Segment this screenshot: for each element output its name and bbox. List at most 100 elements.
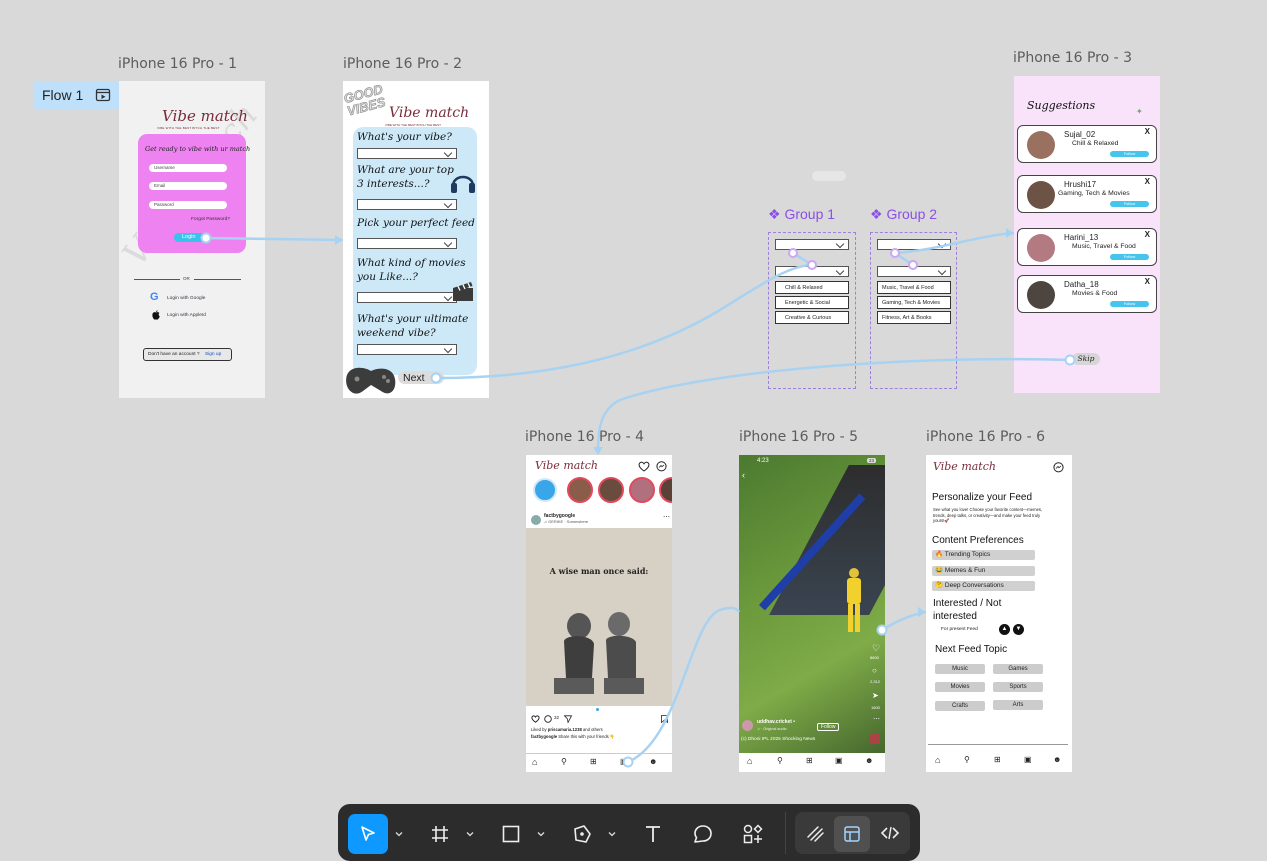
follow-button[interactable]: Follow xyxy=(1110,254,1149,260)
signup-link[interactable]: Sign up xyxy=(205,352,221,357)
topic-chip[interactable]: Movies xyxy=(935,682,985,692)
back-chevron-icon[interactable]: ‹ xyxy=(742,470,745,480)
dev-mode[interactable] xyxy=(871,814,909,852)
frame-label-6[interactable]: iPhone 16 Pro - 6 xyxy=(926,429,1045,445)
actions-tool[interactable] xyxy=(733,814,773,854)
frame-label-3[interactable]: iPhone 16 Pro - 3 xyxy=(1013,50,1132,66)
story-own[interactable] xyxy=(533,478,557,502)
post-image[interactable]: A wise man once said: xyxy=(526,528,672,706)
group-1-dropdown-b[interactable] xyxy=(775,266,849,277)
search-icon[interactable]: ⚲ xyxy=(964,755,970,764)
text-tool[interactable] xyxy=(633,814,673,854)
dismiss-button[interactable]: X xyxy=(1145,177,1150,186)
login-button[interactable]: Login xyxy=(174,233,207,242)
group-2[interactable]: Music, Travel & Food Gaming, Tech & Movi… xyxy=(870,232,957,389)
group-1-item[interactable]: Chill & Relaxed xyxy=(775,281,849,294)
topic-chip[interactable]: Games xyxy=(993,664,1043,674)
profile-icon[interactable]: ☻ xyxy=(649,757,657,766)
home-icon[interactable]: ⌂ xyxy=(747,756,752,766)
dismiss-button[interactable]: X xyxy=(1145,277,1150,286)
suggestion-card[interactable]: Datha_18 Movies & Food Follow X xyxy=(1017,275,1157,313)
frame-login[interactable]: Vibe match VIBE WITH THE BEST BITCH THE … xyxy=(119,81,265,398)
frame-reel[interactable]: 4:23 23 ‹ ♡ 8600 ○ 2,312 ➤ 1600 ⋯ uddhav… xyxy=(739,455,885,772)
chevron-down-icon[interactable] xyxy=(537,830,545,838)
profile-icon[interactable]: ☻ xyxy=(1053,755,1061,764)
flow-chip[interactable]: Flow 1 xyxy=(33,81,119,109)
email-field[interactable]: Email xyxy=(149,182,227,190)
reels-icon[interactable]: ▣ xyxy=(1024,755,1032,764)
chevron-down-icon[interactable] xyxy=(466,830,474,838)
topic-chip[interactable]: Sports xyxy=(993,682,1043,692)
story-avatar[interactable] xyxy=(629,477,655,503)
frame-label-4[interactable]: iPhone 16 Pro - 4 xyxy=(525,429,644,445)
post-author-avatar[interactable] xyxy=(531,515,541,525)
suggestion-card[interactable]: Harini_13 Music, Travel & Food Follow X xyxy=(1017,228,1157,266)
play-frame-icon[interactable] xyxy=(95,87,111,103)
home-icon[interactable]: ⌂ xyxy=(532,757,537,767)
thumbs-up-icon[interactable]: ▲ xyxy=(999,624,1010,635)
frame-tool[interactable] xyxy=(420,814,460,854)
story-avatar[interactable] xyxy=(598,477,624,503)
group-2-item[interactable]: Gaming, Tech & Movies xyxy=(877,296,951,309)
topic-chip[interactable]: Crafts xyxy=(935,701,985,711)
more-icon[interactable]: ⋯ xyxy=(873,715,880,723)
move-tool[interactable] xyxy=(348,814,388,854)
feed-dropdown[interactable] xyxy=(357,238,457,249)
like-icon[interactable] xyxy=(531,715,540,723)
frame-suggestions[interactable]: Suggestions ✦ Sujal_02 Chill & Relaxed F… xyxy=(1014,76,1160,393)
pref-option[interactable]: 😂 Memes & Fun xyxy=(932,566,1035,576)
suggestion-card[interactable]: Sujal_02 Chill & Relaxed Follow X xyxy=(1017,125,1157,163)
group-2-dropdown-a[interactable] xyxy=(877,239,951,250)
frame-feed[interactable]: Vibe match factbygoogle ♫ GERIKE · Somew… xyxy=(526,455,672,772)
signup-box[interactable]: Don't have an account ? Sign up xyxy=(143,348,232,361)
vibe-dropdown[interactable] xyxy=(357,148,457,159)
comment-tool[interactable] xyxy=(683,814,723,854)
weekend-dropdown[interactable] xyxy=(357,344,457,355)
chevron-down-icon[interactable] xyxy=(608,830,616,838)
group-1-item[interactable]: Creative & Curious xyxy=(775,311,849,324)
topic-chip[interactable]: Arts xyxy=(993,700,1043,710)
reel-author-avatar[interactable] xyxy=(742,720,753,731)
reel-follow-button[interactable]: Follow xyxy=(817,723,840,731)
add-post-icon[interactable]: ⊞ xyxy=(806,756,813,765)
group-2-item[interactable]: Fitness, Art & Books xyxy=(877,311,951,324)
search-icon[interactable]: ⚲ xyxy=(561,757,567,766)
frame-label-1[interactable]: iPhone 16 Pro - 1 xyxy=(118,56,237,72)
forgot-password-link[interactable]: Forgot Password? xyxy=(191,217,230,222)
pref-option[interactable]: 🤔 Deep Conversations xyxy=(932,581,1035,591)
username-field[interactable]: Username xyxy=(149,164,227,172)
interests-dropdown[interactable] xyxy=(357,199,457,210)
search-icon[interactable]: ⚲ xyxy=(777,756,783,765)
share-icon[interactable] xyxy=(564,715,572,723)
like-icon[interactable]: ♡ xyxy=(872,643,880,654)
share-icon[interactable]: ➤ xyxy=(872,691,879,700)
design-mode[interactable] xyxy=(834,816,870,852)
google-login-button[interactable]: G Login with Google xyxy=(150,291,230,303)
frame-quiz[interactable]: GOOD VIBES Vibe match VIBE WITH THE BEST… xyxy=(343,81,489,398)
home-icon[interactable]: ⌂ xyxy=(935,755,940,765)
pen-tool[interactable] xyxy=(562,814,602,854)
password-field[interactable]: Password xyxy=(149,201,227,209)
story-avatar[interactable] xyxy=(567,477,593,503)
follow-button[interactable]: Follow xyxy=(1110,201,1149,207)
topic-chip[interactable]: Music xyxy=(935,664,985,674)
apple-login-button[interactable]: Login with AppleId xyxy=(152,308,232,320)
shape-tool[interactable] xyxy=(491,814,531,854)
canvas-handle[interactable] xyxy=(812,171,846,181)
dismiss-button[interactable]: X xyxy=(1145,127,1150,136)
group-1-item[interactable]: Energetic & Social xyxy=(775,296,849,309)
messenger-icon[interactable] xyxy=(656,461,667,472)
group-1-title[interactable]: ❖ Group 1 xyxy=(768,206,835,223)
group-1-dropdown-a[interactable] xyxy=(775,239,849,250)
frame-personalize[interactable]: Vibe match Personalize your Feed See wha… xyxy=(926,455,1072,772)
add-post-icon[interactable]: ⊞ xyxy=(590,757,597,766)
follow-button[interactable]: Follow xyxy=(1110,151,1149,157)
group-2-dropdown-b[interactable] xyxy=(877,266,951,277)
dismiss-button[interactable]: X xyxy=(1145,230,1150,239)
group-1[interactable]: Chill & Relaxed Energetic & Social Creat… xyxy=(768,232,856,389)
reels-icon[interactable]: ▣ xyxy=(620,757,628,766)
heart-icon[interactable] xyxy=(638,461,650,472)
movies-dropdown[interactable] xyxy=(357,292,457,303)
save-icon[interactable] xyxy=(661,715,668,723)
comment-icon[interactable]: ○ xyxy=(872,666,877,675)
